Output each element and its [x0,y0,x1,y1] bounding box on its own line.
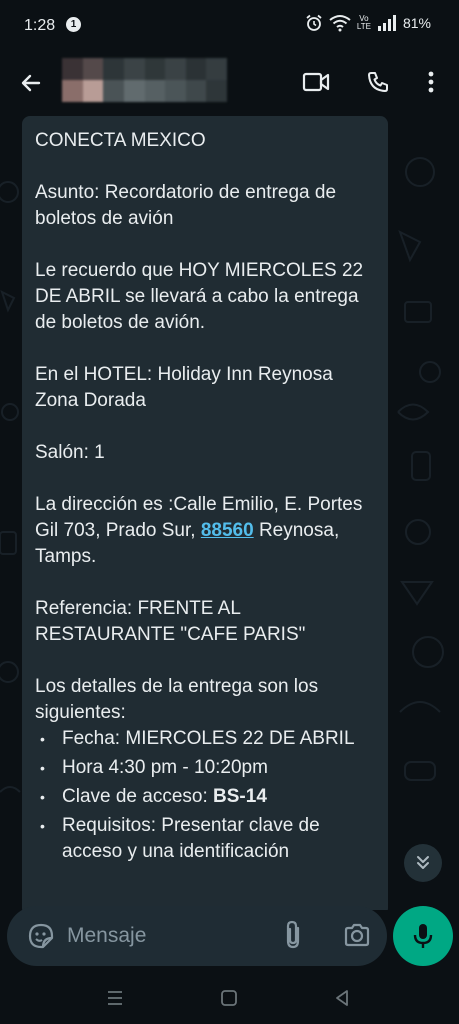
system-back-button[interactable] [330,986,354,1010]
message-hotel: En el HOTEL: Holiday Inn Reynosa Zona Do… [35,364,333,411]
more-vert-icon [428,71,434,93]
lte-label: LTE [356,22,371,31]
paperclip-icon [286,920,300,949]
list-item-requirements: Requisitos: Presentar clave de acceso y … [35,813,374,865]
camera-icon [344,923,370,947]
more-options-button[interactable] [415,66,447,98]
voice-message-button[interactable] [393,906,453,966]
list-item-access-code: Clave de acceso: BS-14 [35,784,374,810]
message-bubble[interactable]: CONECTA MEXICO Asunto: Recordatorio de e… [22,116,388,910]
list-item-time: Hora 4:30 pm - 10:20pm [35,755,374,781]
zip-code-link[interactable]: 88560 [201,520,254,541]
chat-header [0,52,459,112]
volte-indicator: Vo LTE [357,15,371,31]
video-call-icon [302,72,330,92]
recents-button[interactable] [103,986,127,1010]
message-reference: Referencia: FRENTE AL RESTAURANTE "CAFE … [35,598,306,645]
sticker-button[interactable] [27,922,55,955]
alarm-icon [306,14,322,31]
message-address: La dirección es :Calle Emilio, E. Portes… [35,492,374,570]
home-button[interactable] [217,986,241,1010]
back-triangle-icon [336,990,348,1006]
signal-icon [377,15,396,31]
message-input[interactable] [67,923,267,949]
video-call-button[interactable] [300,66,332,98]
message-composer [7,906,387,966]
double-chevron-down-icon [417,856,429,869]
message-subject: Asunto: Recordatorio de entrega de bolet… [35,182,337,229]
notification-badge: 1 [66,17,81,32]
access-code-value: BS-14 [213,786,267,807]
message-salon: Salón: 1 [35,442,105,463]
contact-name-redacted[interactable] [62,58,227,102]
recents-icon [108,991,122,1005]
scroll-to-bottom-button[interactable] [404,844,442,882]
status-bar: 1:28 1 Vo LTE 81% [0,0,459,52]
attach-button[interactable] [283,920,303,955]
message-company: CONECTA MEXICO [35,130,206,151]
sticker-icon [28,923,54,949]
back-button[interactable] [16,68,46,98]
voice-call-button[interactable] [362,66,394,98]
status-time: 1:28 [24,17,56,34]
wifi-icon [329,15,351,32]
status-icons: Vo LTE 81% [305,14,431,32]
camera-button[interactable] [343,922,371,953]
list-item-date: Fecha: MIERCOLES 22 DE ABRIL [35,726,374,752]
chat-area[interactable]: CONECTA MEXICO Asunto: Recordatorio de e… [0,112,459,910]
microphone-icon [413,924,433,948]
home-icon [221,990,237,1006]
message-reminder: Le recuerdo que HOY MIERCOLES 22 DE ABRI… [35,260,364,333]
battery-level: 81% [402,15,431,31]
system-nav-bar [0,972,459,1024]
phone-icon [368,72,388,92]
message-details-intro: Los detalles de la entrega son los sigui… [35,676,319,723]
arrow-left-icon [21,74,41,92]
details-list: Fecha: MIERCOLES 22 DE ABRIL Hora 4:30 p… [35,726,374,865]
access-code-label: Clave de acceso: [62,786,208,807]
